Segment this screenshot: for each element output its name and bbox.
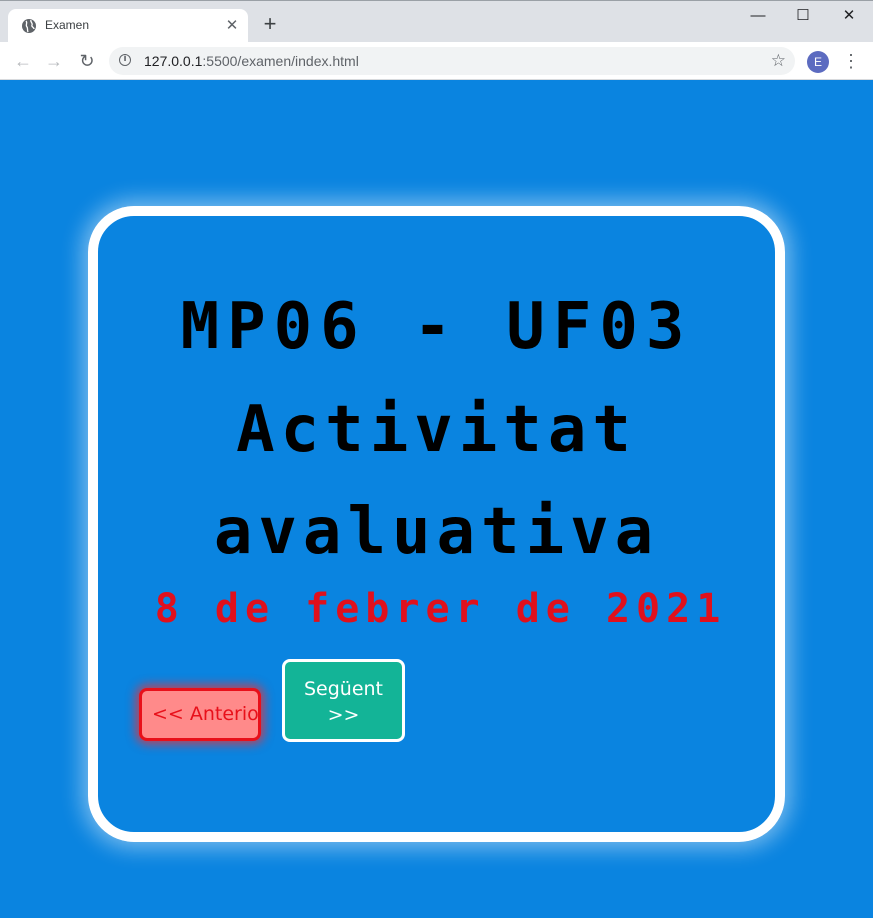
address-bar[interactable]: i 127.0.0.1:5500/examen/index.html ☆ [109, 47, 795, 75]
date-text: 8 de febrer de 2021 [154, 586, 727, 632]
heading-line-2: Activitat [236, 393, 637, 467]
maximize-icon[interactable]: ☐ [780, 5, 826, 27]
kebab-menu-icon[interactable]: ⋮ [841, 51, 861, 71]
profile-avatar[interactable]: E [807, 51, 829, 73]
heading-line-1: MP06 - UF03 [180, 290, 693, 364]
tab-title: Examen [45, 18, 90, 32]
info-icon[interactable]: i [119, 54, 131, 66]
tab-close-icon[interactable]: ✕ [224, 18, 240, 34]
browser-tab[interactable]: Examen ✕ [8, 9, 248, 43]
next-button[interactable]: Següent >> [282, 659, 405, 742]
browser-tab-strip: Examen ✕ + — ☐ ✕ [0, 0, 873, 43]
forward-arrow-icon[interactable]: → [44, 51, 64, 71]
new-tab-button[interactable]: + [260, 13, 280, 35]
browser-toolbar: ← → ↻ i 127.0.0.1:5500/examen/index.html… [0, 42, 873, 80]
globe-icon [21, 18, 37, 34]
next-button-label: Següent [303, 678, 384, 700]
url-host: 127.0.0.1 [144, 53, 203, 69]
reload-icon[interactable]: ↻ [77, 51, 97, 71]
previous-button[interactable]: << Anterior [139, 688, 261, 741]
next-button-arrows: >> [327, 704, 360, 726]
url-path: :5500/examen/index.html [202, 53, 359, 69]
minimize-icon[interactable]: — [735, 5, 781, 27]
url-text: 127.0.0.1:5500/examen/index.html [144, 53, 359, 69]
bookmark-star-icon[interactable]: ☆ [771, 51, 786, 71]
window-close-icon[interactable]: ✕ [826, 5, 872, 27]
heading-line-3: avaluativa [213, 495, 660, 569]
back-arrow-icon[interactable]: ← [13, 51, 33, 71]
